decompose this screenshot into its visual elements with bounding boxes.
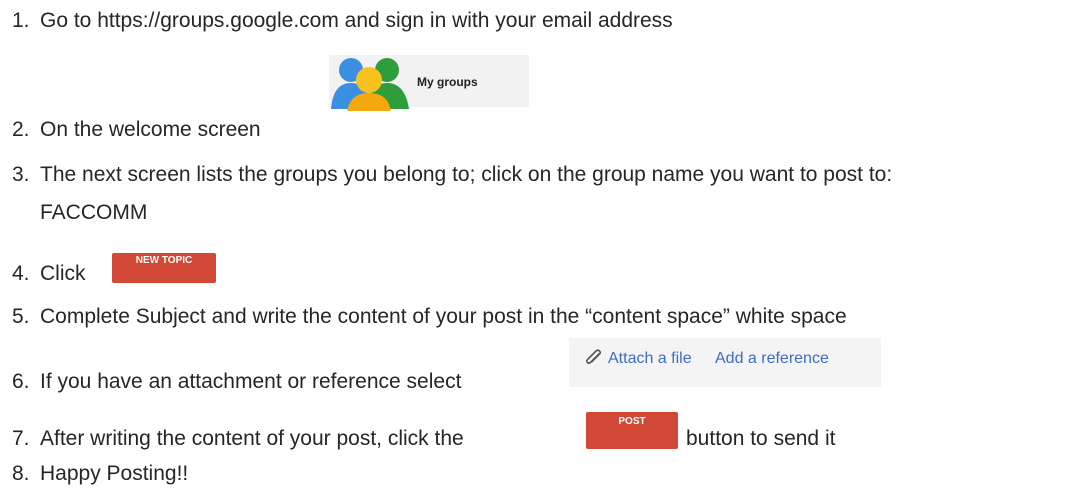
- step-text: Click: [40, 262, 86, 285]
- post-button[interactable]: POST: [586, 412, 678, 449]
- step-8: 8. Happy Posting!!: [12, 461, 188, 487]
- my-groups-button[interactable]: My groups: [329, 55, 529, 111]
- step-number: 3.: [12, 163, 30, 186]
- my-groups-label: My groups: [417, 75, 478, 89]
- step-3-continuation: FACCOMM: [40, 201, 148, 224]
- step-text: After writing the content of your post, …: [40, 427, 464, 450]
- people-icon: [331, 58, 409, 111]
- step-3: 3. The next screen lists the groups you b…: [12, 162, 892, 226]
- step-text: The next screen lists the groups you bel…: [40, 163, 893, 186]
- step-number: 8.: [12, 462, 30, 485]
- step-number: 4.: [12, 262, 30, 285]
- step-text: On the welcome screen: [40, 118, 261, 141]
- step-2: 2. On the welcome screen: [12, 117, 261, 143]
- post-label: POST: [618, 416, 646, 427]
- step-7: 7. After writing the content of your post…: [12, 426, 464, 452]
- step-text: Complete Subject and write the content o…: [40, 305, 847, 328]
- paperclip-icon: [586, 349, 602, 364]
- attachment-toolbar: Attach a file Add a reference: [569, 338, 881, 387]
- new-topic-label: NEW TOPIC: [135, 255, 193, 266]
- step-1: 1. Go to https://groups.google.com and si…: [12, 8, 673, 34]
- step-number: 2.: [12, 118, 30, 141]
- step-text: If you have an attachment or reference s…: [40, 370, 462, 393]
- new-topic-button[interactable]: NEW TOPIC: [112, 253, 216, 283]
- step-number: 5.: [12, 305, 30, 328]
- step-text: Happy Posting!!: [40, 462, 189, 485]
- step-number: 1.: [12, 9, 30, 32]
- add-reference-link[interactable]: Add a reference: [715, 350, 829, 368]
- step-6: 6. If you have an attachment or reference…: [12, 369, 461, 395]
- step-5: 5. Complete Subject and write the content…: [12, 304, 847, 330]
- step-7-after-text: button to send it: [686, 427, 836, 450]
- step-text: Go to https://groups.google.com and sign…: [40, 9, 673, 32]
- attach-file-link[interactable]: Attach a file: [608, 350, 692, 368]
- step-number: 7.: [12, 427, 30, 450]
- step-number: 6.: [12, 370, 30, 393]
- step-4: 4. Click: [12, 261, 86, 287]
